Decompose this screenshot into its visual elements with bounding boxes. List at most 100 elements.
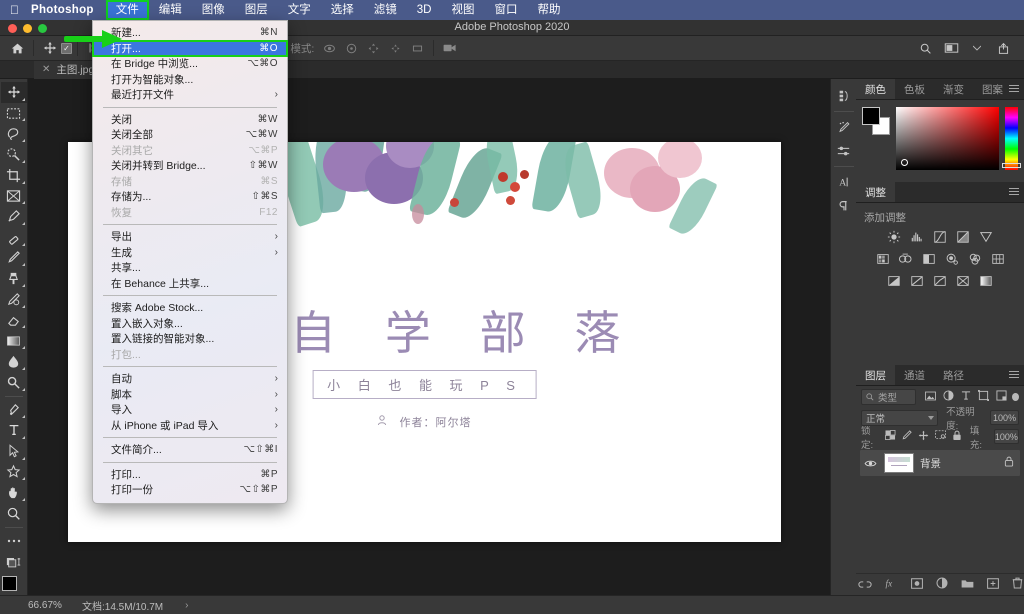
foreground-background-color-swatches[interactable]: [2, 576, 26, 595]
layer-filter-toggle[interactable]: [1012, 393, 1019, 401]
menu-item-import[interactable]: 导入 ›: [93, 402, 287, 418]
layer-visibility-eye-icon[interactable]: [862, 459, 878, 468]
menu-item-import-from-iphone-ipad[interactable]: 从 iPhone 或 iPad 导入 ›: [93, 418, 287, 434]
menu-file[interactable]: 文件: [106, 0, 149, 20]
clone-stamp-tool[interactable]: [1, 268, 27, 289]
menu-item-generate[interactable]: 生成 ›: [93, 245, 287, 261]
tab-color[interactable]: 颜色: [856, 79, 895, 99]
type-tool[interactable]: [1, 420, 27, 441]
lasso-tool[interactable]: [1, 123, 27, 144]
color-picker-handle[interactable]: [901, 159, 908, 166]
close-icon[interactable]: ✕: [42, 64, 50, 75]
threshold-icon[interactable]: [933, 273, 948, 288]
marquee-tool[interactable]: [1, 103, 27, 124]
3d-slide-icon[interactable]: [384, 38, 406, 58]
menu-item-print[interactable]: 打印... ⌘P: [93, 467, 287, 483]
menu-window[interactable]: 窗口: [484, 0, 527, 20]
menu-item-place-embedded[interactable]: 置入嵌入对象...: [93, 316, 287, 332]
menu-item-file-info[interactable]: 文件简介... ⌥⇧⌘I: [93, 442, 287, 458]
3d-pan-icon[interactable]: [362, 38, 384, 58]
layer-row-background[interactable]: 背景: [860, 450, 1020, 476]
exposure-icon[interactable]: [956, 229, 971, 244]
path-selection-tool[interactable]: [1, 441, 27, 462]
new-group-icon[interactable]: [961, 576, 974, 594]
shape-tool[interactable]: [1, 462, 27, 483]
tab-adjustments[interactable]: 调整: [856, 182, 895, 202]
zoom-level-value[interactable]: 66.67%: [0, 600, 62, 611]
menu-help[interactable]: 帮助: [527, 0, 570, 20]
menu-edit[interactable]: 编辑: [149, 0, 192, 20]
color-balance-icon[interactable]: [898, 251, 913, 266]
lock-position-icon[interactable]: [918, 430, 929, 444]
hue-slider[interactable]: [1005, 107, 1018, 170]
panel-menu-icon[interactable]: [1009, 371, 1019, 380]
filter-smart-icon[interactable]: [996, 388, 1007, 406]
menu-item-open-as-smart-object[interactable]: 打开为智能对象...: [93, 72, 287, 88]
dodge-tool[interactable]: [1, 372, 27, 393]
menu-item-export[interactable]: 导出 ›: [93, 229, 287, 245]
photo-filter-icon[interactable]: [944, 251, 959, 266]
menu-item-close-and-go-to-bridge[interactable]: 关闭并转到 Bridge... ⇧⌘W: [93, 158, 287, 174]
character-icon[interactable]: A: [832, 170, 856, 194]
history-brush-tool[interactable]: [1, 289, 27, 310]
vibrance-icon[interactable]: [979, 229, 994, 244]
panel-menu-icon[interactable]: [1009, 85, 1019, 94]
edit-toolbar-ellipsis-icon[interactable]: [1, 530, 27, 551]
menu-view[interactable]: 视图: [441, 0, 484, 20]
share-icon[interactable]: [992, 38, 1014, 58]
tab-patterns[interactable]: 图案: [973, 79, 1012, 99]
menu-item-close[interactable]: 关闭 ⌘W: [93, 112, 287, 128]
black-white-icon[interactable]: [921, 251, 936, 266]
frame-tool[interactable]: [1, 186, 27, 207]
menu-item-place-linked[interactable]: 置入链接的智能对象...: [93, 331, 287, 347]
menu-layer[interactable]: 图层: [235, 0, 278, 20]
posterize-icon[interactable]: [910, 273, 925, 288]
gradient-tool[interactable]: [1, 330, 27, 351]
lock-transparent-icon[interactable]: [885, 430, 896, 443]
menu-item-automate[interactable]: 自动 ›: [93, 371, 287, 387]
auto-select-checkbox[interactable]: ✓: [61, 43, 72, 54]
tab-channels[interactable]: 通道: [895, 365, 934, 385]
menu-item-open[interactable]: 打开... ⌘O: [93, 41, 287, 57]
menu-item-search-adobe-stock[interactable]: 搜索 Adobe Stock...: [93, 300, 287, 316]
fill-value[interactable]: 100%: [994, 429, 1019, 444]
brightness-contrast-icon[interactable]: [887, 229, 902, 244]
layer-style-fx-icon[interactable]: fx: [885, 576, 898, 594]
menu-select[interactable]: 选择: [321, 0, 364, 20]
add-mask-icon[interactable]: [911, 576, 923, 594]
move-tool[interactable]: [1, 82, 27, 103]
opacity-value[interactable]: 100%: [990, 410, 1019, 425]
tab-layers[interactable]: 图层: [856, 365, 895, 385]
filter-pixel-icon[interactable]: [925, 388, 936, 406]
quick-selection-tool[interactable]: [1, 144, 27, 165]
selective-color-icon[interactable]: [956, 273, 971, 288]
zoom-tool[interactable]: [1, 503, 27, 524]
lock-all-icon[interactable]: [952, 430, 962, 444]
lock-image-icon[interactable]: [902, 430, 912, 443]
saturation-value-field[interactable]: [896, 107, 999, 170]
paragraph-icon[interactable]: [832, 194, 856, 218]
tab-gradients[interactable]: 渐变: [934, 79, 973, 99]
3d-roll-icon[interactable]: [340, 38, 362, 58]
3d-camera-icon[interactable]: [439, 38, 461, 58]
move-tool-icon[interactable]: [39, 38, 61, 58]
foreground-color-swatch[interactable]: [862, 107, 880, 125]
pen-tool[interactable]: [1, 399, 27, 420]
new-adjustment-icon[interactable]: [936, 576, 948, 594]
tab-swatches[interactable]: 色板: [895, 79, 934, 99]
chevron-down-icon[interactable]: [966, 38, 988, 58]
home-icon[interactable]: [6, 38, 28, 58]
menu-filter[interactable]: 滤镜: [364, 0, 407, 20]
eraser-tool[interactable]: [1, 310, 27, 331]
levels-icon[interactable]: [910, 229, 925, 244]
lock-nesting-icon[interactable]: [935, 430, 946, 443]
brush-tool[interactable]: [1, 248, 27, 269]
search-icon[interactable]: [914, 38, 936, 58]
link-layers-icon[interactable]: [858, 576, 872, 594]
quick-mask-toggle[interactable]: [1, 551, 27, 572]
menu-type[interactable]: 文字: [278, 0, 321, 20]
color-swatches[interactable]: [862, 107, 890, 135]
hue-saturation-icon[interactable]: [875, 251, 890, 266]
menu-item-scripts[interactable]: 脚本 ›: [93, 387, 287, 403]
layer-filter-select[interactable]: 类型: [861, 389, 916, 405]
